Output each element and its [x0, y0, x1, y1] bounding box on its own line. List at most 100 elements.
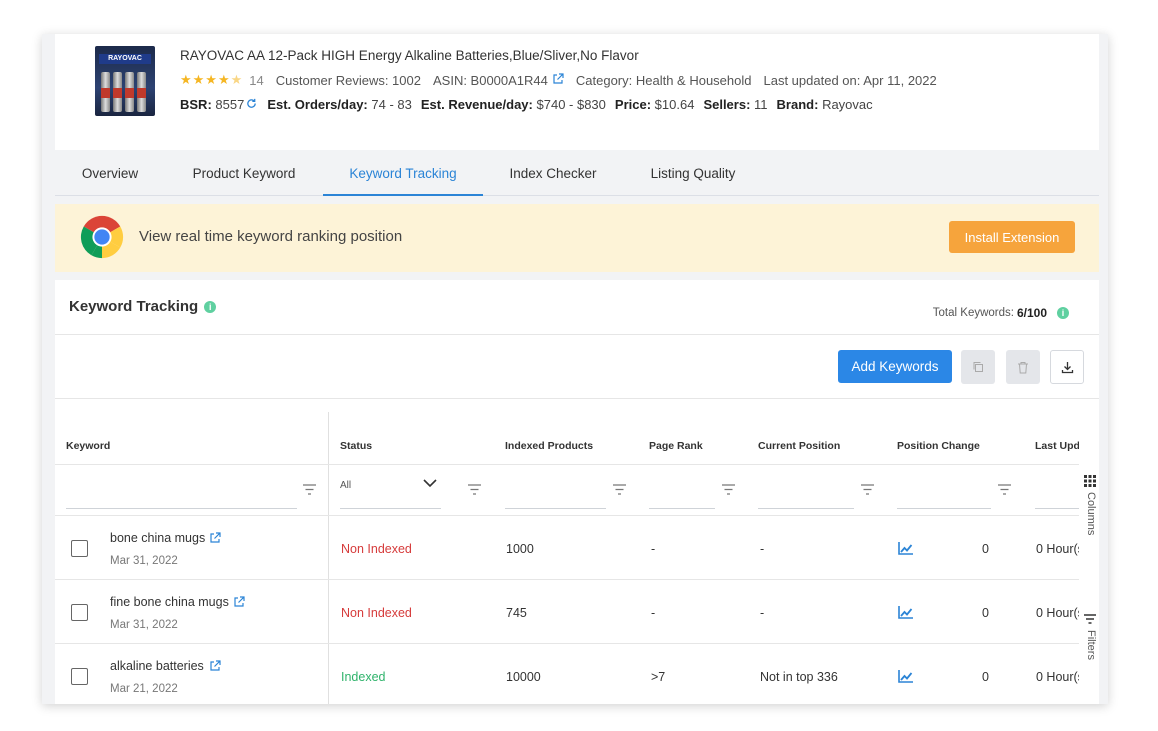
extension-banner: View real time keyword ranking position …: [55, 204, 1099, 272]
last-updated-filter-input[interactable]: [1035, 508, 1079, 509]
position-change-filter-input[interactable]: [897, 508, 991, 509]
rating-stars: ★★★★★: [180, 72, 244, 87]
col-header-status[interactable]: Status: [340, 440, 372, 452]
filters-panel-tab[interactable]: Filters: [1085, 630, 1097, 660]
revenue-value: $740 - $830: [536, 97, 606, 112]
trash-icon: [1018, 361, 1028, 373]
divider: [55, 464, 1079, 465]
tab-keyword-tracking[interactable]: Keyword Tracking: [323, 156, 483, 196]
category: Category: Health & Household: [575, 72, 752, 88]
position-change-value: 0: [982, 542, 989, 556]
product-title[interactable]: RAYOVAC AA 12-Pack HIGH Energy Alkaline …: [180, 48, 639, 63]
download-button[interactable]: [1050, 350, 1084, 384]
copy-icon: [973, 362, 983, 372]
section-title: Keyword Tracking i: [69, 298, 217, 315]
columns-grid-icon[interactable]: [1083, 474, 1097, 488]
filter-icon[interactable]: [468, 484, 481, 495]
current-position-value: Not in top 336: [760, 670, 838, 684]
app-frame: RAYOVAC RAYOVAC AA 12-Pack HIGH Energy A…: [42, 34, 1108, 704]
product-card: RAYOVAC RAYOVAC AA 12-Pack HIGH Energy A…: [55, 34, 1099, 150]
row-checkbox[interactable]: [71, 604, 88, 621]
chart-trend-icon[interactable]: [898, 606, 913, 619]
status-text: Non Indexed: [341, 606, 412, 620]
filter-icon[interactable]: [998, 484, 1011, 495]
rating-count: 14: [249, 72, 264, 88]
divider: [55, 398, 1099, 399]
brand-value: Rayovac: [822, 97, 873, 112]
refresh-icon[interactable]: [246, 97, 257, 112]
tab-overview[interactable]: Overview: [55, 156, 165, 196]
orders-value: 74 - 83: [371, 97, 412, 112]
info-icon[interactable]: i: [1057, 307, 1069, 319]
columns-panel-tab[interactable]: Columns: [1085, 492, 1097, 535]
keyword-text: bone china mugs: [110, 531, 206, 545]
external-link-icon[interactable]: [552, 72, 564, 88]
divider: [55, 515, 1079, 516]
battery-graphic: [113, 72, 122, 112]
keyword-text: alkaline batteries: [110, 659, 204, 673]
product-meta-row: ★★★★★ 14 Customer Reviews: 1002 ASIN: B0…: [180, 72, 937, 88]
chevron-down-icon[interactable]: [423, 478, 437, 488]
delete-button[interactable]: [1006, 350, 1040, 384]
position-change-value: 0: [982, 670, 989, 684]
page-rank-value: -: [651, 542, 656, 556]
row-checkbox[interactable]: [71, 668, 88, 685]
last-updated-value: 0 Hour(s: [1036, 606, 1079, 620]
status-text: Indexed: [341, 670, 386, 684]
keyword-table: Keyword Status Indexed Products Page Ran…: [55, 412, 1079, 704]
download-icon: [1061, 361, 1073, 373]
chrome-icon: [80, 215, 124, 259]
external-link-icon[interactable]: [209, 532, 221, 544]
col-header-position-change[interactable]: Position Change: [897, 440, 980, 452]
col-header-last-updated[interactable]: Last Upd: [1035, 440, 1079, 452]
copy-button[interactable]: [961, 350, 995, 384]
status-filter-select[interactable]: All: [340, 480, 351, 491]
keyword-date: Mar 31, 2022: [110, 619, 178, 631]
external-link-icon[interactable]: [233, 596, 245, 608]
filter-icon[interactable]: [613, 484, 626, 495]
page-rank-filter-input[interactable]: [649, 508, 715, 509]
row-checkbox[interactable]: [71, 540, 88, 557]
last-updated: Last updated on: Apr 11, 2022: [763, 72, 937, 88]
tab-product-keyword[interactable]: Product Keyword: [183, 156, 305, 196]
total-keywords-value: 6/100: [1016, 306, 1047, 320]
product-image[interactable]: RAYOVAC: [95, 46, 155, 116]
keyword-filter-input[interactable]: [66, 508, 297, 509]
tab-index-checker[interactable]: Index Checker: [501, 156, 605, 196]
col-header-indexed-products[interactable]: Indexed Products: [505, 440, 593, 452]
divider: [55, 643, 1079, 644]
indexed-products-value: 1000: [506, 542, 534, 556]
keyword-tracking-card: Keyword Tracking i Total Keywords: 6/100…: [55, 280, 1099, 704]
indexed-products-value: 745: [506, 606, 527, 620]
info-icon[interactable]: i: [204, 300, 217, 313]
bsr-value: 8557: [215, 97, 245, 112]
current-position-filter-input[interactable]: [758, 508, 854, 509]
col-header-keyword[interactable]: Keyword: [66, 440, 110, 452]
chart-trend-icon[interactable]: [898, 670, 913, 683]
column-separator: [328, 412, 329, 704]
brand-logo: RAYOVAC: [99, 54, 151, 64]
filter-icon[interactable]: [303, 484, 316, 495]
install-extension-button[interactable]: Install Extension: [949, 221, 1075, 253]
asin: ASIN: B0000A1R44: [432, 72, 548, 88]
col-header-page-rank[interactable]: Page Rank: [649, 440, 703, 452]
add-keywords-button[interactable]: Add Keywords: [838, 350, 952, 383]
filters-icon[interactable]: [1084, 614, 1096, 624]
indexed-filter-input[interactable]: [505, 508, 606, 509]
external-link-icon[interactable]: [209, 660, 221, 672]
tab-bar: Overview Product Keyword Keyword Trackin…: [55, 156, 1099, 196]
filter-icon[interactable]: [722, 484, 735, 495]
current-position-value: -: [760, 542, 765, 556]
battery-graphic: [125, 72, 134, 112]
col-header-current-position[interactable]: Current Position: [758, 440, 840, 452]
last-updated-value: 0 Hour(s: [1036, 670, 1079, 684]
battery-graphic: [137, 72, 146, 112]
filter-icon[interactable]: [861, 484, 874, 495]
battery-graphic: [101, 72, 110, 112]
indexed-products-value: 10000: [506, 670, 541, 684]
chart-trend-icon[interactable]: [898, 542, 913, 555]
page-rank-value: -: [651, 606, 656, 620]
keyword-date: Mar 31, 2022: [110, 555, 178, 567]
divider: [55, 579, 1079, 580]
tab-listing-quality[interactable]: Listing Quality: [639, 156, 747, 196]
